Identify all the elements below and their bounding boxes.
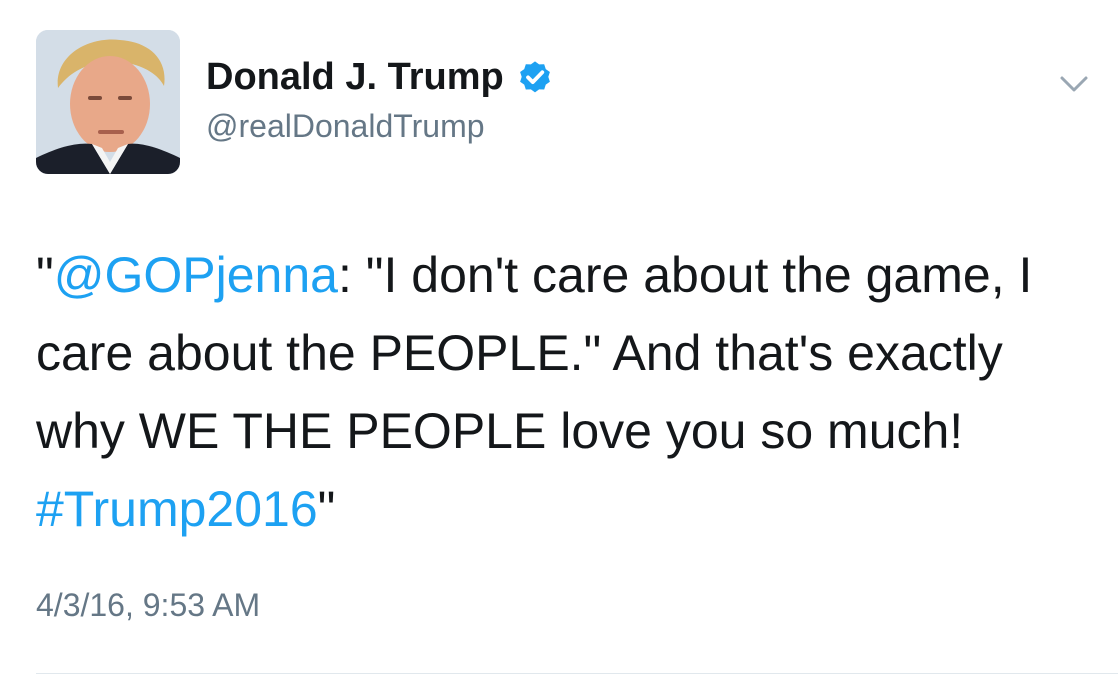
mention-link[interactable]: @GOPjenna <box>54 247 338 303</box>
divider <box>36 673 1118 674</box>
tweet-card: Donald J. Trump @realDonaldTrump "@GOPje… <box>0 0 1118 685</box>
author-display-name[interactable]: Donald J. Trump <box>206 56 504 99</box>
avatar-image <box>36 30 180 174</box>
verified-badge-icon <box>519 60 550 92</box>
quote-close: " <box>317 481 336 537</box>
avatar[interactable] <box>36 30 180 174</box>
chevron-down-icon[interactable] <box>1052 66 1096 102</box>
quote-open: " <box>36 247 54 303</box>
hashtag-link[interactable]: #Trump2016 <box>36 481 318 537</box>
tweet-timestamp[interactable]: 4/3/16, 9:53 AM <box>36 587 260 624</box>
author-name-row[interactable]: Donald J. Trump <box>206 56 554 99</box>
author-handle[interactable]: @realDonaldTrump <box>206 108 485 145</box>
tweet-text: "@GOPjenna: "I don't care about the game… <box>36 236 1096 548</box>
